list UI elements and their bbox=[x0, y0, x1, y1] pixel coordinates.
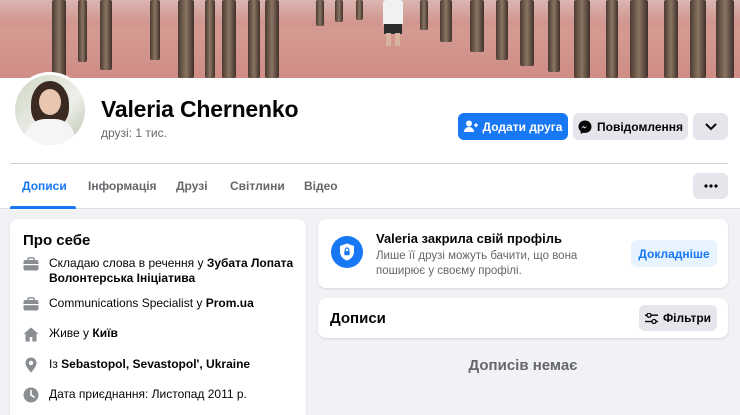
learn-more-button[interactable]: Докладніше bbox=[631, 240, 717, 267]
cover-pier-post bbox=[100, 0, 112, 70]
about-from: Із Sebastopol, Sevastopol', Ukraine bbox=[23, 357, 299, 373]
profile-name: Valeria Chernenko bbox=[101, 96, 299, 122]
cover-pier-post bbox=[205, 0, 215, 78]
filter-icon bbox=[644, 312, 658, 324]
cover-pier-post bbox=[178, 0, 194, 78]
tab-photos[interactable]: Світлини bbox=[230, 179, 285, 193]
profile-header: Valeria Chernenko друзі: 1 тис. Додати д… bbox=[0, 72, 740, 209]
posts-card: Дописи Фільтри bbox=[318, 298, 728, 338]
about-from-prefix: Із bbox=[49, 357, 62, 371]
about-lives: Живе у Київ bbox=[23, 326, 299, 342]
cover-pier-post bbox=[548, 0, 560, 72]
location-pin-icon bbox=[23, 357, 39, 373]
cover-pier-post bbox=[606, 0, 618, 78]
cover-pier-post bbox=[520, 0, 534, 66]
cover-person bbox=[380, 0, 406, 46]
cover-pier-post bbox=[248, 0, 260, 78]
messenger-icon bbox=[578, 120, 592, 134]
cover-photo[interactable] bbox=[0, 0, 740, 78]
cover-pier-post bbox=[150, 0, 160, 60]
tab-posts[interactable]: Дописи bbox=[22, 179, 67, 193]
active-tab-indicator bbox=[10, 206, 76, 209]
cover-pier-post bbox=[470, 0, 484, 52]
friends-count[interactable]: друзі: 1 тис. bbox=[101, 126, 167, 140]
message-label: Повідомлення bbox=[597, 119, 683, 134]
add-friend-icon bbox=[463, 120, 478, 133]
message-button[interactable]: Повідомлення bbox=[573, 113, 688, 140]
more-tabs-button[interactable] bbox=[693, 173, 728, 199]
briefcase-icon bbox=[23, 256, 39, 272]
cover-pier-post bbox=[335, 0, 343, 22]
about-from-place[interactable]: Sebastopol, Sevastopol', Ukraine bbox=[61, 357, 250, 371]
locked-title: Valeria закрила свій профіль bbox=[376, 231, 563, 246]
cover-pier-post bbox=[574, 0, 590, 78]
about-work-2-prefix: Communications Specialist у bbox=[49, 296, 206, 310]
about-joined-text: Дата приєднання: Листопад 2011 р. bbox=[49, 387, 247, 401]
cover-pier-post bbox=[78, 0, 87, 62]
more-actions-button[interactable] bbox=[693, 113, 728, 140]
clock-icon bbox=[23, 387, 39, 403]
filters-button[interactable]: Фільтри bbox=[639, 305, 717, 331]
about-work-2-org[interactable]: Prom.ua bbox=[206, 296, 254, 310]
posts-title: Дописи bbox=[330, 310, 386, 327]
about-lives-prefix: Живе у bbox=[49, 326, 93, 340]
about-work-1: Складаю слова в речення у Зубата Лопата … bbox=[23, 256, 299, 286]
locked-profile-card: Valeria закрила свій профіль Лише її дру… bbox=[318, 219, 728, 288]
cover-pier-post bbox=[356, 0, 363, 20]
filters-label: Фільтри bbox=[662, 311, 712, 325]
add-friend-label: Додати друга bbox=[482, 119, 563, 134]
more-dots-icon bbox=[703, 184, 718, 188]
locked-description: Лише її друзі можуть бачити, що вона пош… bbox=[376, 250, 578, 277]
tab-about[interactable]: Інформація bbox=[88, 179, 157, 193]
about-lives-city[interactable]: Київ bbox=[92, 326, 117, 340]
about-joined: Дата приєднання: Листопад 2011 р. bbox=[23, 387, 299, 403]
cover-pier-post bbox=[716, 0, 734, 78]
about-title: Про себе bbox=[23, 232, 91, 249]
header-divider bbox=[10, 163, 728, 164]
home-icon bbox=[23, 326, 39, 342]
briefcase-icon bbox=[23, 296, 39, 312]
profile-avatar[interactable] bbox=[12, 72, 88, 148]
cover-pier-post bbox=[664, 0, 678, 78]
tab-friends[interactable]: Друзі bbox=[176, 179, 208, 193]
cover-pier-post bbox=[222, 0, 236, 78]
cover-pier-post bbox=[316, 0, 324, 26]
chevron-down-icon bbox=[705, 123, 717, 131]
cover-pier-post bbox=[630, 0, 648, 78]
about-work-1-prefix: Складаю слова в речення у bbox=[49, 256, 207, 270]
cover-pier-post bbox=[52, 0, 66, 78]
cover-pier-post bbox=[265, 0, 279, 78]
shield-icon bbox=[331, 236, 363, 268]
cover-pier-post bbox=[420, 0, 428, 30]
cover-pier-post bbox=[496, 0, 508, 60]
about-card: Про себе Складаю слова в речення у Зубат… bbox=[10, 219, 306, 415]
no-posts-message: Дописів немає bbox=[468, 357, 578, 374]
cover-pier-post bbox=[690, 0, 706, 78]
about-work-2: Communications Specialist у Prom.ua bbox=[23, 296, 299, 312]
add-friend-button[interactable]: Додати друга bbox=[458, 113, 568, 140]
cover-pier-post bbox=[440, 0, 452, 42]
tab-videos[interactable]: Відео bbox=[304, 179, 338, 193]
